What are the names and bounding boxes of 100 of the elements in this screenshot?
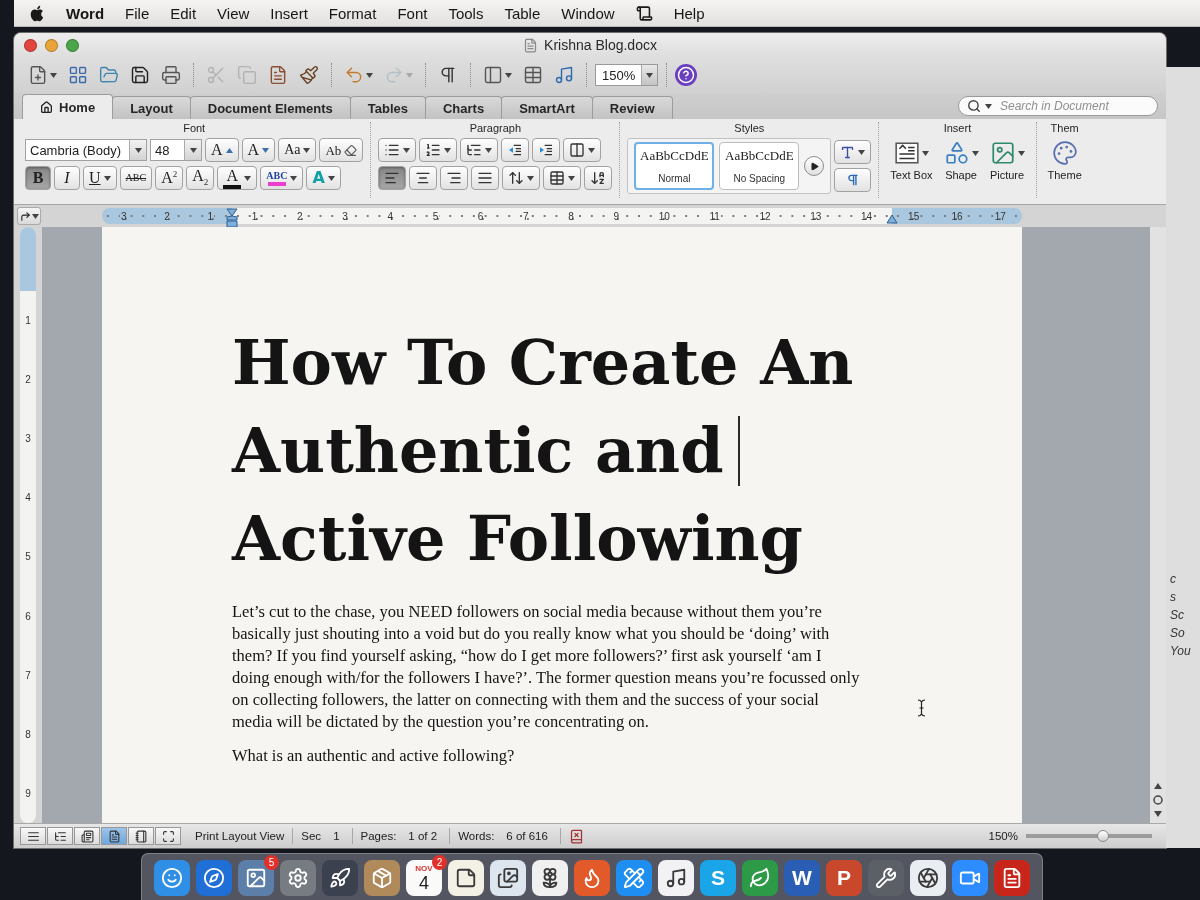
ruler-number: 11 — [708, 210, 721, 222]
smiley-face-icon[interactable] — [154, 860, 190, 896]
view-button[interactable] — [155, 827, 181, 845]
menu-item[interactable]: Edit — [170, 4, 197, 22]
dock-item[interactable]: P — [826, 860, 862, 896]
book-icon[interactable] — [568, 828, 584, 844]
multilevel-list-button[interactable] — [460, 138, 499, 162]
borders-button[interactable] — [543, 166, 582, 190]
notification-badge: 5 — [264, 855, 279, 870]
justify-button[interactable] — [471, 166, 500, 190]
grid-icon — [68, 65, 88, 85]
style-tile[interactable]: AaBbCcDdE Normal — [634, 142, 715, 190]
scroll-icon[interactable] — [635, 4, 653, 22]
music-note-icon[interactable] — [658, 860, 694, 896]
shrink-font-button[interactable]: A — [241, 138, 276, 162]
text-box-button[interactable]: Text Box — [886, 138, 937, 183]
menu-item[interactable]: Table — [504, 4, 541, 22]
paintbrush-icon — [299, 65, 319, 85]
menu-item[interactable]: Tools — [448, 4, 484, 22]
gear-icon[interactable] — [280, 860, 316, 896]
flame-icon[interactable] — [574, 860, 610, 896]
note-icon[interactable] — [448, 860, 484, 896]
subscript-button[interactable]: A$_{2}$ — [186, 166, 215, 190]
video-camera-icon[interactable] — [952, 860, 988, 896]
menu-item[interactable]: Insert — [270, 4, 308, 22]
ribbon-tab[interactable]: Tables — [349, 96, 426, 119]
ribbon-tab[interactable]: Home — [22, 94, 114, 119]
photos-icon[interactable] — [490, 860, 526, 896]
bold-button[interactable]: B — [25, 166, 51, 190]
view-button[interactable] — [47, 827, 73, 845]
heading-line: How To Create An — [232, 325, 854, 401]
numbering-button[interactable] — [419, 138, 458, 162]
menu-item[interactable]: Format — [328, 4, 377, 22]
font-size-field[interactable]: 48 — [150, 139, 202, 161]
more-styles-button[interactable] — [804, 156, 825, 176]
document-title: Krishna Blog.docx — [544, 37, 657, 53]
ribbon-tab[interactable]: Layout — [112, 96, 191, 119]
show-pilcrow-button[interactable] — [834, 168, 872, 192]
font-color-button[interactable]: A — [217, 166, 258, 190]
rocket-icon[interactable] — [322, 860, 358, 896]
underline-button[interactable]: U — [83, 166, 117, 190]
view-button[interactable] — [128, 827, 154, 845]
ribbon-tab[interactable]: SmartArt — [501, 96, 593, 119]
columns-button[interactable] — [563, 138, 602, 162]
right-indent-marker-icon[interactable] — [886, 214, 898, 224]
aperture-icon[interactable] — [910, 860, 946, 896]
slider-thumb[interactable] — [1096, 830, 1109, 842]
decrease-indent-button[interactable] — [501, 138, 530, 162]
shape-button[interactable]: Shape — [939, 138, 983, 183]
highlight-button[interactable]: ABC — [260, 166, 304, 190]
ribbon-tab[interactable]: Document Elements — [189, 96, 351, 119]
menu-item[interactable]: File — [125, 4, 150, 22]
theme-button[interactable]: Theme — [1043, 138, 1086, 183]
menu-item[interactable]: Window — [561, 4, 615, 22]
package-icon[interactable] — [364, 860, 400, 896]
minimize-button[interactable] — [45, 38, 58, 52]
view-button[interactable] — [20, 827, 46, 845]
dock-item[interactable]: W — [784, 860, 820, 896]
zoom-button[interactable] — [66, 38, 79, 52]
clear-formatting-button[interactable]: Ab — [319, 138, 364, 162]
line-spacing-button[interactable] — [502, 166, 541, 190]
view-button[interactable] — [101, 827, 127, 845]
ribbon-tab[interactable]: Review — [591, 96, 673, 119]
ruler-number: 6 — [25, 610, 31, 622]
wrench-icon[interactable] — [868, 860, 904, 896]
app-menu[interactable]: Word — [66, 4, 105, 22]
ribbon-tab[interactable]: Charts — [424, 96, 503, 119]
sort-button[interactable] — [584, 166, 613, 190]
change-styles-button[interactable] — [834, 140, 872, 164]
pencil-ruler-icon[interactable] — [616, 860, 652, 896]
document-icon[interactable] — [994, 860, 1030, 896]
play-icon — [809, 161, 819, 171]
flower-icon[interactable] — [532, 860, 568, 896]
grow-font-button[interactable]: A — [205, 138, 239, 162]
compass-icon[interactable] — [196, 860, 232, 896]
menu-item[interactable]: Font — [397, 4, 428, 22]
menu-item[interactable]: View — [217, 4, 250, 22]
bullets-button[interactable] — [378, 138, 417, 162]
menu-item[interactable]: Help — [673, 4, 705, 22]
align-center-button[interactable] — [409, 166, 438, 190]
style-tile[interactable]: AaBbCcDdE No Spacing — [719, 142, 800, 190]
zoom-field[interactable]: 150% — [595, 64, 659, 86]
tab-stop-selector[interactable] — [17, 207, 41, 225]
close-button[interactable] — [24, 38, 37, 52]
superscript-button[interactable]: A$^{2}$ — [155, 166, 184, 190]
leaf-icon[interactable] — [742, 860, 778, 896]
align-left-button[interactable] — [378, 166, 407, 190]
change-case-button[interactable]: Aa — [278, 138, 317, 162]
help-icon[interactable] — [675, 64, 698, 86]
view-button[interactable] — [74, 827, 100, 845]
font-name-field[interactable]: Cambria (Body) — [25, 139, 147, 161]
italic-button[interactable]: I — [54, 166, 80, 190]
increase-indent-button[interactable] — [532, 138, 561, 162]
picture-icon[interactable] — [238, 860, 274, 896]
picture-button[interactable]: Picture — [985, 138, 1029, 183]
align-right-button[interactable] — [440, 166, 469, 190]
apple-icon[interactable] — [30, 4, 45, 22]
scroll-arrows-icon[interactable] — [1152, 781, 1164, 819]
indent-marker-icon[interactable] — [226, 208, 238, 228]
strikethrough-button[interactable]: ABC — [119, 166, 153, 190]
